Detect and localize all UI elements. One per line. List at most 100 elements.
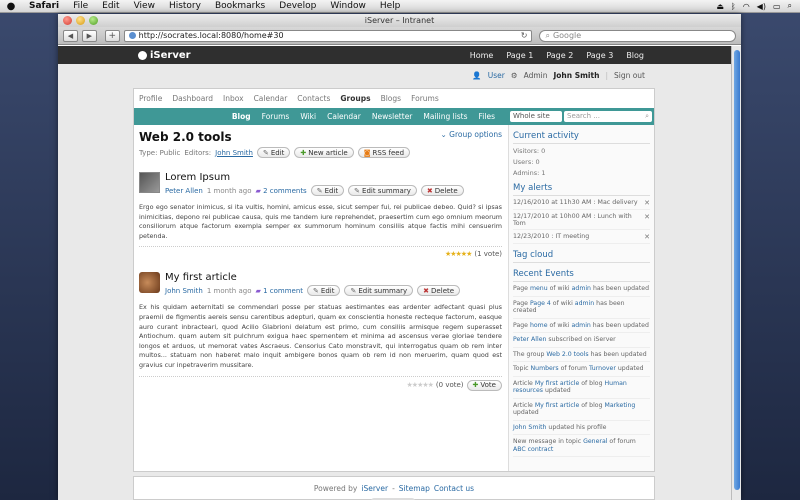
footer-contact-link[interactable]: Contact us [434,484,474,493]
groupnav-forums[interactable]: Forums [411,94,439,103]
search-scope-select[interactable]: Whole site [510,111,562,122]
back-arrow-icon[interactable]: ◀ [63,29,78,42]
subnav-newsletter[interactable]: Newsletter [372,112,413,121]
rss-feed-button[interactable]: ◙ RSS feed [357,147,411,158]
sign-out-link[interactable]: Sign out [614,71,645,80]
browser-search-field[interactable]: ⌕ Google [539,29,736,42]
menu-bookmarks[interactable]: Bookmarks [208,1,272,11]
star-rating-icon[interactable]: ★★★★★ [445,250,472,258]
footer-brand-link[interactable]: iServer [361,484,388,493]
groupnav-contacts[interactable]: Contacts [297,94,330,103]
menu-file[interactable]: File [66,1,95,11]
address-bar[interactable]: http://socrates.local:8080/home#30 ↻ [123,29,533,42]
eject-icon[interactable]: ⏏ [716,2,724,11]
subnav-forums[interactable]: Forums [262,112,290,121]
vertical-scrollbar[interactable] [731,46,741,500]
topnav-page-3[interactable]: Page 3 [586,51,613,60]
groupnav-inbox[interactable]: Inbox [223,94,244,103]
bluetooth-icon[interactable]: ᛒ [731,2,736,11]
groupnav-profile[interactable]: Profile [139,94,162,103]
event-link[interactable]: Peter Allen [513,336,546,343]
edit-page-button[interactable]: ✎ Edit [256,147,291,158]
apple-menu-icon[interactable]: ● [0,1,22,12]
comments-link[interactable]: ▰ 2 comments [256,187,307,195]
article-title[interactable]: Lorem Ipsum [165,172,464,183]
vote-button[interactable]: ✚ Vote [466,379,502,391]
topnav-home[interactable]: Home [470,51,494,60]
subnav-files[interactable]: Files [479,112,495,121]
close-window-icon[interactable] [63,16,72,25]
window-titlebar[interactable]: iServer – Intranet [58,14,741,27]
event-link[interactable]: home [530,322,548,329]
topnav-blog[interactable]: Blog [626,51,644,60]
event-link[interactable]: Turnover [589,365,616,372]
menu-help[interactable]: Help [373,1,408,11]
event-link[interactable]: ABC contract [513,446,553,453]
event-link[interactable]: menu [530,285,548,292]
delete-article-button[interactable]: ✖ Delete [420,185,464,196]
editor-link[interactable]: John Smith [215,149,253,157]
admin-link[interactable]: Admin [524,71,548,80]
site-search-input[interactable]: Search ... ⌕ [564,111,652,122]
zoom-window-icon[interactable] [89,16,98,25]
alert-text[interactable]: 12/17/2010 at 10h00 AM : Lunch with Tom [513,213,638,227]
event-link[interactable]: Marketing [605,402,636,409]
groupnav-calendar[interactable]: Calendar [254,94,288,103]
event-link[interactable]: admin [571,322,590,329]
menu-view[interactable]: View [127,1,162,11]
groupnav-groups[interactable]: Groups [340,94,370,103]
event-link[interactable]: Web 2.0 tools [546,351,588,358]
dismiss-alert-icon[interactable]: ✕ [638,213,650,227]
edit-article-button[interactable]: ✎ Edit [310,185,345,196]
add-bookmark-plus-icon[interactable]: + [104,29,120,42]
footer-sitemap-link[interactable]: Sitemap [399,484,430,493]
edit-summary-button[interactable]: ✎ Edit summary [344,285,414,297]
article-title[interactable]: My first article [165,272,460,283]
current-user-name[interactable]: John Smith [553,71,599,80]
edit-article-button[interactable]: ✎ Edit [307,285,341,297]
wifi-icon[interactable]: ◠ [743,2,750,11]
star-rating-icon[interactable]: ★★★★★ [407,381,434,389]
volume-icon[interactable]: ◀) [757,2,766,11]
minimize-window-icon[interactable] [76,16,85,25]
site-logo[interactable]: iServer [138,50,191,61]
event-link[interactable]: admin [575,300,594,307]
forward-arrow-icon[interactable]: ▶ [81,29,97,42]
edit-summary-button[interactable]: ✎ Edit summary [348,185,417,196]
menu-develop[interactable]: Develop [272,1,323,11]
menu-history[interactable]: History [162,1,208,11]
groupnav-dashboard[interactable]: Dashboard [172,94,213,103]
subnav-blog[interactable]: Blog [232,112,251,121]
subnav-wiki[interactable]: Wiki [300,112,316,121]
new-article-button[interactable]: ✚ New article [294,147,354,158]
dismiss-alert-icon[interactable]: ✕ [638,233,650,241]
event-link[interactable]: My first article [535,380,579,387]
menu-window[interactable]: Window [323,1,373,11]
scrollbar-thumb[interactable] [734,50,740,490]
subnav-calendar[interactable]: Calendar [327,112,361,121]
event-link[interactable]: John Smith [513,424,546,431]
event-link[interactable]: admin [572,285,591,292]
topnav-page-2[interactable]: Page 2 [546,51,573,60]
subnav-mailing-lists[interactable]: Mailing lists [423,112,467,121]
menu-app-safari[interactable]: Safari [22,1,66,11]
group-options-link[interactable]: ⌄ Group options [440,130,502,139]
alert-text[interactable]: 12/16/2010 at 11h30 AM : Mac delivery [513,199,638,207]
battery-icon[interactable]: ▭ [773,2,781,11]
article-author-link[interactable]: John Smith [165,287,203,295]
groupnav-blogs[interactable]: Blogs [381,94,402,103]
event-link[interactable]: Numbers [531,365,559,372]
reload-icon[interactable]: ↻ [521,31,528,40]
spotlight-icon[interactable]: ⌕ [788,1,792,11]
article-author-link[interactable]: Peter Allen [165,187,203,195]
user-link[interactable]: User [488,71,505,80]
event-link[interactable]: Page 4 [530,300,551,307]
comments-link[interactable]: ▰ 1 comment [255,287,303,295]
dismiss-alert-icon[interactable]: ✕ [638,199,650,207]
menu-edit[interactable]: Edit [95,1,126,11]
delete-article-button[interactable]: ✖ Delete [417,285,461,297]
alert-text[interactable]: 12/23/2010 : IT meeting [513,233,589,241]
topnav-page-1[interactable]: Page 1 [506,51,533,60]
event-link[interactable]: General [583,438,607,445]
event-link[interactable]: My first article [535,402,579,409]
